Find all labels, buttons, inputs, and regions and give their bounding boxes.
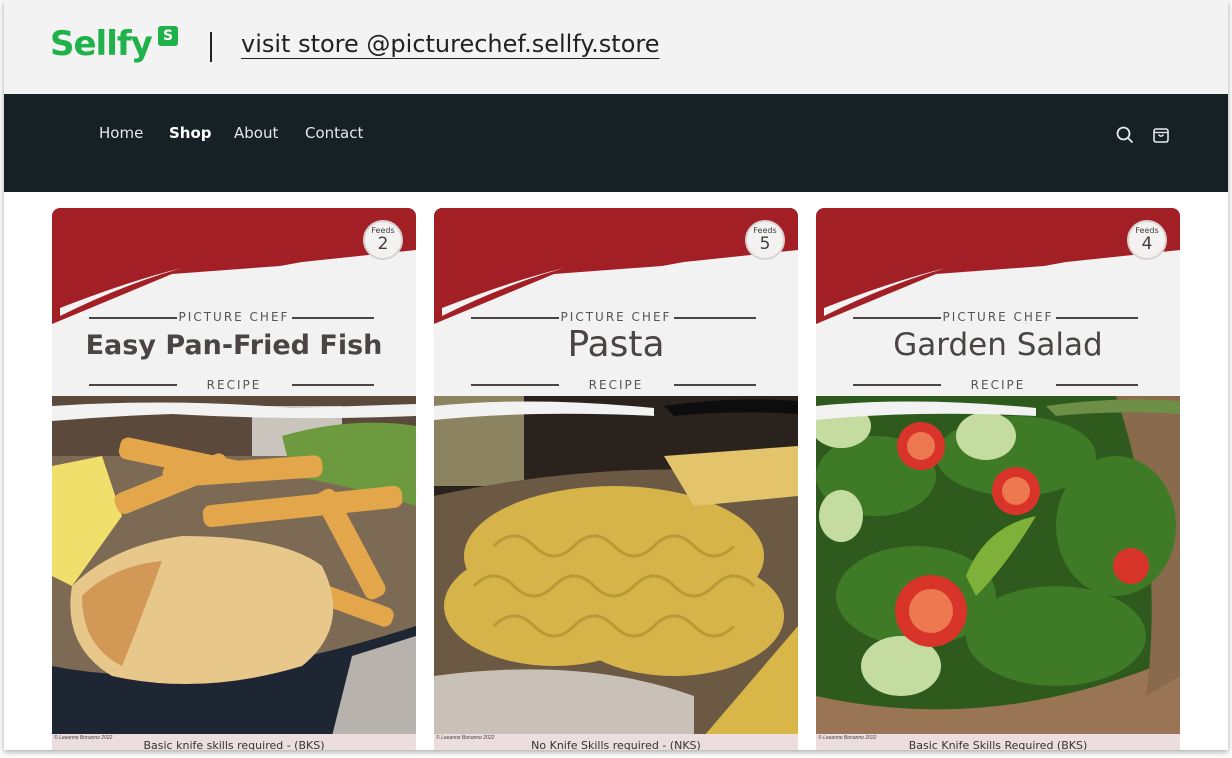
- product-title: Garden Salad: [893, 327, 1103, 363]
- feeds-badge: Feeds 4: [1127, 220, 1167, 260]
- card-footer: © Leeanne Bonanno 2022 Basic knife skill…: [52, 734, 416, 750]
- product-title: Pasta: [567, 324, 665, 365]
- brand-label: PICTURE CHEF: [560, 310, 672, 324]
- feeds-count: 2: [377, 234, 389, 254]
- nav-shop[interactable]: Shop: [169, 124, 212, 142]
- product-card[interactable]: Feeds 2 PICTURE CHEF Easy Pan-Fried Fish…: [52, 208, 416, 750]
- browser-frame: Sellfy S visit store @picturechef.sellfy…: [4, 0, 1228, 750]
- feeds-badge: Feeds 5: [745, 220, 785, 260]
- recipe-label: RECIPE: [206, 378, 262, 392]
- recipe-label: RECIPE: [588, 378, 644, 392]
- product-image-salad: [816, 396, 1180, 736]
- brand-label: PICTURE CHEF: [942, 310, 1054, 324]
- store-navbar: Home Shop About Contact: [4, 94, 1228, 192]
- product-image-pasta: [434, 396, 798, 736]
- shopping-bag-icon[interactable]: [1151, 125, 1171, 145]
- recipe-label: RECIPE: [970, 378, 1026, 392]
- feeds-count: 4: [1141, 234, 1153, 254]
- nav-about[interactable]: About: [234, 124, 278, 142]
- nav-home[interactable]: Home: [99, 124, 143, 142]
- skill-level: Basic knife skills required - (BKS): [143, 739, 325, 750]
- product-title: Easy Pan-Fried Fish: [85, 330, 383, 361]
- product-card[interactable]: Feeds 5 PICTURE CHEF Pasta RECIPE © Leea…: [434, 208, 798, 750]
- nav-contact[interactable]: Contact: [305, 124, 363, 142]
- feeds-badge: Feeds 2: [363, 220, 403, 260]
- skill-level: Basic Knife Skills Required (BKS): [908, 739, 1088, 750]
- product-card[interactable]: Feeds 4 PICTURE CHEF Garden Salad RECIPE: [816, 208, 1180, 750]
- product-image-fish: [52, 396, 416, 736]
- sellfy-badge-icon: S: [158, 26, 178, 46]
- sellfy-banner: Sellfy S visit store @picturechef.sellfy…: [4, 0, 1228, 94]
- product-grid: Feeds 2 PICTURE CHEF Easy Pan-Fried Fish…: [4, 192, 1228, 750]
- visit-store-link[interactable]: visit store @picturechef.sellfy.store: [241, 30, 660, 58]
- feeds-count: 5: [759, 234, 771, 254]
- brand-label: PICTURE CHEF: [178, 310, 290, 324]
- card-footer: © Leeanne Bonanno 2022 Basic Knife Skill…: [816, 734, 1180, 750]
- banner-divider: [210, 32, 212, 62]
- sellfy-logo[interactable]: Sellfy: [50, 24, 153, 64]
- skill-level: No Knife Skills required - (NKS): [531, 739, 701, 750]
- search-icon[interactable]: [1115, 125, 1135, 145]
- card-footer: © Leeanne Bonanno 2022 No Knife Skills r…: [434, 734, 798, 750]
